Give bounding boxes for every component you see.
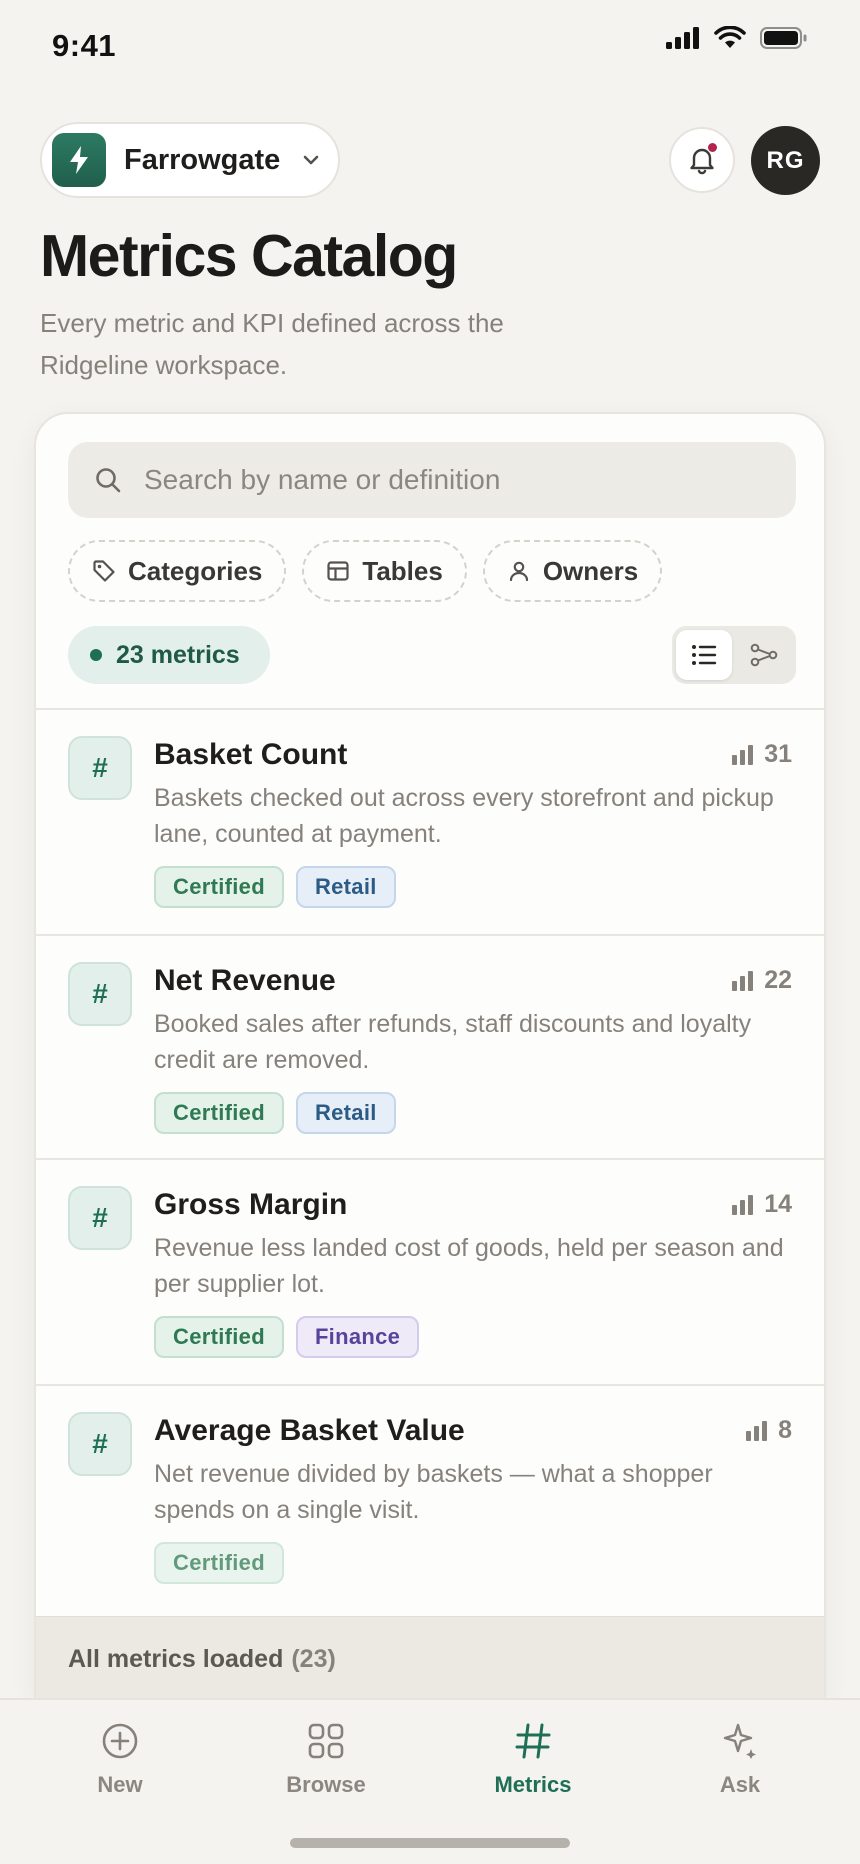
metric-description: Net revenue divided by baskets — what a … — [154, 1460, 713, 1524]
person-icon — [509, 561, 528, 582]
metric-usage: 8 — [746, 1416, 792, 1445]
filter-chip-owners[interactable]: Owners — [482, 540, 663, 602]
notifications-button[interactable] — [669, 127, 735, 193]
metric-tags: Certified Retail — [154, 1092, 396, 1134]
tag-retail: Retail — [295, 1092, 396, 1134]
metric-usage-count: 14 — [764, 1190, 792, 1218]
bar-chart-icon — [746, 1420, 768, 1441]
metric-title: Net Revenue — [154, 964, 336, 997]
graph-view-button[interactable] — [736, 630, 792, 680]
page-title: Metrics Catalog — [40, 223, 458, 289]
workspace-switcher[interactable]: Farrowgate — [40, 122, 340, 198]
metric-usage-count: 31 — [764, 740, 792, 768]
tab-label: Browse — [286, 1772, 366, 1797]
view-mode-toggle — [672, 626, 796, 684]
load-status-label: All metrics loaded — [68, 1645, 284, 1673]
count-dot — [90, 649, 102, 661]
load-status-count: (23) — [291, 1645, 336, 1673]
metric-row-basket-count[interactable]: # Basket Count 31 Baskets checked out ac… — [36, 708, 824, 934]
load-status-bar: All metrics loaded (23) — [36, 1616, 824, 1700]
hash-icon: # — [68, 962, 132, 1026]
notification-dot — [708, 143, 717, 152]
search-bar[interactable] — [68, 442, 796, 518]
avatar[interactable]: RG — [751, 126, 820, 195]
hash-icon: # — [68, 1186, 132, 1250]
filter-chip-tables[interactable]: Tables — [302, 540, 467, 602]
tag-retail: Retail — [295, 866, 396, 908]
home-indicator — [290, 1838, 570, 1848]
metric-usage-count: 22 — [764, 966, 792, 994]
metric-row-average-basket-value[interactable]: # Average Basket Value 8 Net revenue div… — [36, 1384, 824, 1610]
metric-description: Revenue less landed cost of goods, held … — [154, 1234, 784, 1298]
tag-certified: Certified — [154, 866, 284, 908]
bar-chart-icon — [732, 970, 754, 991]
metrics-list: # Basket Count 31 Baskets checked out ac… — [36, 708, 824, 1610]
metric-usage: 22 — [732, 966, 792, 995]
metrics-catalog-card: Categories Tables Owners 23 metrics — [34, 412, 826, 1702]
page-subtitle: Every metric and KPI defined across the … — [40, 308, 504, 380]
hash-icon: # — [68, 1412, 132, 1476]
list-icon — [692, 645, 717, 665]
filter-chip-label: Categories — [128, 555, 263, 586]
list-view-button[interactable] — [676, 630, 732, 680]
bar-chart-icon — [732, 744, 754, 765]
chevron-down-icon — [302, 154, 320, 166]
metric-count-badge: 23 metrics — [68, 626, 270, 684]
metric-title: Gross Margin — [154, 1188, 348, 1221]
grid-icon — [308, 1723, 344, 1759]
metric-tags: Certified Finance — [154, 1316, 420, 1358]
tag-icon — [93, 560, 115, 582]
search-input[interactable] — [144, 464, 764, 496]
filter-chip-label: Tables — [362, 555, 443, 586]
workspace-name: Farrowgate — [124, 143, 281, 176]
filter-chips: Categories Tables Owners — [68, 540, 663, 602]
battery-icon — [760, 27, 807, 49]
bar-chart-icon — [732, 1194, 754, 1215]
search-icon — [96, 468, 121, 493]
tag-certified: Certified — [154, 1542, 284, 1584]
status-time: 9:41 — [52, 28, 117, 63]
table-icon — [327, 561, 349, 581]
metric-tags: Certified — [154, 1542, 284, 1584]
plus-circle-icon — [102, 1723, 138, 1759]
metric-tags: Certified Retail — [154, 866, 396, 908]
tab-ask[interactable]: Ask — [670, 1722, 810, 1798]
status-icons — [666, 26, 808, 50]
workspace-logo-icon — [52, 133, 106, 187]
sparkle-icon — [723, 1723, 756, 1759]
hash-icon: # — [68, 736, 132, 800]
lightning-bolt-icon — [70, 146, 88, 174]
tab-browse[interactable]: Browse — [256, 1722, 396, 1798]
hash-icon — [515, 1723, 551, 1759]
wifi-icon — [714, 26, 746, 48]
graph-nodes-icon — [750, 643, 778, 667]
tab-label: New — [97, 1772, 143, 1797]
cellular-signal-icon — [666, 27, 699, 49]
tag-certified: Certified — [154, 1316, 284, 1358]
metric-title: Average Basket Value — [154, 1414, 465, 1447]
tag-finance: Finance — [295, 1316, 420, 1358]
tab-metrics[interactable]: Metrics — [463, 1722, 603, 1798]
filter-chip-label: Owners — [542, 555, 639, 586]
tab-label: Metrics — [494, 1772, 572, 1797]
tab-new[interactable]: New — [50, 1722, 190, 1798]
metric-row-net-revenue[interactable]: # Net Revenue 22 Booked sales after refu… — [36, 934, 824, 1158]
metric-description: Baskets checked out across every storefr… — [154, 784, 774, 848]
metric-usage: 14 — [732, 1190, 792, 1219]
tab-label: Ask — [719, 1772, 761, 1797]
tag-certified: Certified — [154, 1092, 284, 1134]
metric-usage-count: 8 — [778, 1416, 792, 1444]
metric-count-label: 23 metrics — [116, 640, 240, 669]
metric-title: Basket Count — [154, 738, 348, 771]
metric-row-gross-margin[interactable]: # Gross Margin 14 Revenue less landed co… — [36, 1158, 824, 1384]
filter-chip-categories[interactable]: Categories — [68, 540, 287, 602]
status-bar: 9:41 — [0, 0, 860, 94]
metric-description: Booked sales after refunds, staff discou… — [154, 1010, 752, 1074]
metric-usage: 31 — [732, 740, 792, 769]
